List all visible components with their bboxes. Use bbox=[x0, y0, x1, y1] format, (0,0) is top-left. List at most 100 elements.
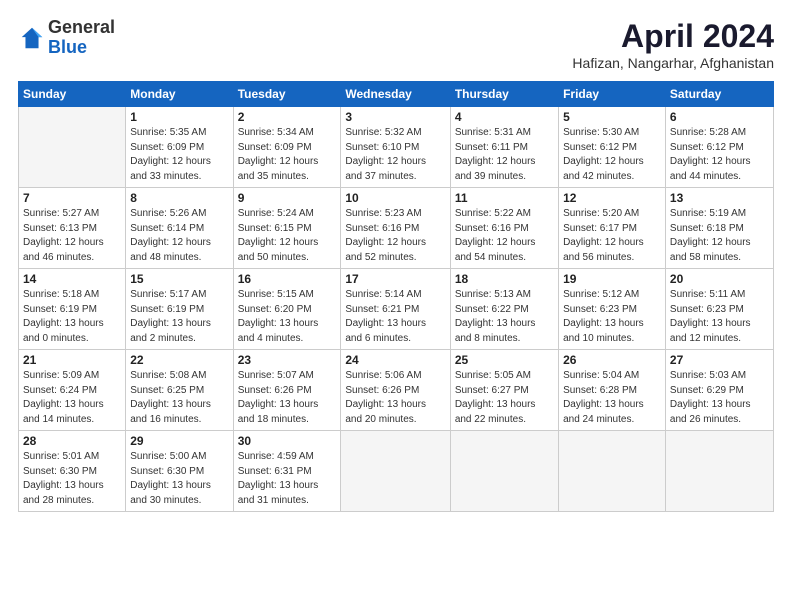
calendar-cell: 21Sunrise: 5:09 AM Sunset: 6:24 PM Dayli… bbox=[19, 350, 126, 431]
logo-general-text: General bbox=[48, 17, 115, 37]
day-number: 7 bbox=[23, 191, 121, 205]
day-number: 12 bbox=[563, 191, 661, 205]
day-info: Sunrise: 5:05 AM Sunset: 6:27 PM Dayligh… bbox=[455, 369, 554, 427]
day-number: 3 bbox=[345, 110, 445, 124]
calendar-cell: 17 Sunrise: 5:14 AM Sunset: 6:21 PM Dayli… bbox=[341, 269, 450, 350]
calendar-cell: 1Sunrise: 5:35 AM Sunset: 6:09 PM Daylig… bbox=[126, 107, 233, 188]
day-info: Sunrise: 5:30 AM Sunset: 6:12 PM Dayligh… bbox=[563, 126, 661, 184]
day-number: 24 bbox=[345, 353, 445, 367]
day-info: Sunrise: 5:22 AM Sunset: 6:16 PM Dayligh… bbox=[455, 207, 554, 265]
weekday-header-monday: Monday bbox=[126, 82, 233, 107]
day-info: Sunrise: 4:59 AM Sunset: 6:31 PM Dayligh… bbox=[238, 450, 337, 508]
day-number: 9 bbox=[238, 191, 337, 205]
day-info: Sunrise: 5:12 AM Sunset: 6:23 PM Dayligh… bbox=[563, 288, 661, 346]
month-title: April 2024 bbox=[572, 18, 774, 55]
day-info: Sunrise: 5:17 AM Sunset: 6:19 PM Dayligh… bbox=[130, 288, 228, 346]
calendar-cell: 7 Sunrise: 5:27 AM Sunset: 6:13 PM Daylig… bbox=[19, 188, 126, 269]
day-info: Sunrise: 5:26 AM Sunset: 6:14 PM Dayligh… bbox=[130, 207, 228, 265]
calendar-cell: 28 Sunrise: 5:01 AM Sunset: 6:30 PM Dayli… bbox=[19, 431, 126, 512]
day-info: Sunrise: 5:01 AM Sunset: 6:30 PM Dayligh… bbox=[23, 450, 121, 508]
day-info: Sunrise: 5:23 AM Sunset: 6:16 PM Dayligh… bbox=[345, 207, 445, 265]
calendar-cell: 10 Sunrise: 5:23 AM Sunset: 6:16 PM Dayli… bbox=[341, 188, 450, 269]
calendar-cell: 8 Sunrise: 5:26 AM Sunset: 6:14 PM Daylig… bbox=[126, 188, 233, 269]
day-number: 16 bbox=[238, 272, 337, 286]
calendar-cell: 15 Sunrise: 5:17 AM Sunset: 6:19 PM Dayli… bbox=[126, 269, 233, 350]
calendar-week-row-3: 14 Sunrise: 5:18 AM Sunset: 6:19 PM Dayli… bbox=[19, 269, 774, 350]
day-number: 19 bbox=[563, 272, 661, 286]
day-info: Sunrise: 5:14 AM Sunset: 6:21 PM Dayligh… bbox=[345, 288, 445, 346]
day-number: 6 bbox=[670, 110, 769, 124]
day-info: Sunrise: 5:18 AM Sunset: 6:19 PM Dayligh… bbox=[23, 288, 121, 346]
day-number: 21 bbox=[23, 353, 121, 367]
day-info: Sunrise: 5:15 AM Sunset: 6:20 PM Dayligh… bbox=[238, 288, 337, 346]
title-block: April 2024 Hafizan, Nangarhar, Afghanist… bbox=[572, 18, 774, 71]
day-number: 17 bbox=[345, 272, 445, 286]
calendar-cell: 23 Sunrise: 5:07 AM Sunset: 6:26 PM Dayli… bbox=[233, 350, 341, 431]
calendar-cell bbox=[665, 431, 773, 512]
day-info: Sunrise: 5:28 AM Sunset: 6:12 PM Dayligh… bbox=[670, 126, 769, 184]
calendar-cell: 9 Sunrise: 5:24 AM Sunset: 6:15 PM Daylig… bbox=[233, 188, 341, 269]
day-info: Sunrise: 5:19 AM Sunset: 6:18 PM Dayligh… bbox=[670, 207, 769, 265]
day-info: Sunrise: 5:03 AM Sunset: 6:29 PM Dayligh… bbox=[670, 369, 769, 427]
calendar-cell: 29 Sunrise: 5:00 AM Sunset: 6:30 PM Dayli… bbox=[126, 431, 233, 512]
weekday-header-friday: Friday bbox=[559, 82, 666, 107]
calendar-week-row-5: 28 Sunrise: 5:01 AM Sunset: 6:30 PM Dayli… bbox=[19, 431, 774, 512]
day-number: 5 bbox=[563, 110, 661, 124]
calendar-cell: 25Sunrise: 5:05 AM Sunset: 6:27 PM Dayli… bbox=[450, 350, 558, 431]
calendar-cell: 3 Sunrise: 5:32 AM Sunset: 6:10 PM Daylig… bbox=[341, 107, 450, 188]
calendar-week-row-4: 21Sunrise: 5:09 AM Sunset: 6:24 PM Dayli… bbox=[19, 350, 774, 431]
page-header: General Blue April 2024 Hafizan, Nangarh… bbox=[18, 18, 774, 71]
day-number: 27 bbox=[670, 353, 769, 367]
day-info: Sunrise: 5:32 AM Sunset: 6:10 PM Dayligh… bbox=[345, 126, 445, 184]
calendar-cell: 2Sunrise: 5:34 AM Sunset: 6:09 PM Daylig… bbox=[233, 107, 341, 188]
day-info: Sunrise: 5:24 AM Sunset: 6:15 PM Dayligh… bbox=[238, 207, 337, 265]
calendar-cell bbox=[341, 431, 450, 512]
day-info: Sunrise: 5:34 AM Sunset: 6:09 PM Dayligh… bbox=[238, 126, 337, 184]
day-info: Sunrise: 5:35 AM Sunset: 6:09 PM Dayligh… bbox=[130, 126, 228, 184]
day-number: 8 bbox=[130, 191, 228, 205]
day-info: Sunrise: 5:11 AM Sunset: 6:23 PM Dayligh… bbox=[670, 288, 769, 346]
weekday-header-wednesday: Wednesday bbox=[341, 82, 450, 107]
calendar-cell: 19 Sunrise: 5:12 AM Sunset: 6:23 PM Dayli… bbox=[559, 269, 666, 350]
day-number: 29 bbox=[130, 434, 228, 448]
day-number: 10 bbox=[345, 191, 445, 205]
day-number: 15 bbox=[130, 272, 228, 286]
weekday-header-tuesday: Tuesday bbox=[233, 82, 341, 107]
day-number: 14 bbox=[23, 272, 121, 286]
day-info: Sunrise: 5:06 AM Sunset: 6:26 PM Dayligh… bbox=[345, 369, 445, 427]
day-number: 22 bbox=[130, 353, 228, 367]
weekday-header-thursday: Thursday bbox=[450, 82, 558, 107]
logo-blue-text: Blue bbox=[48, 37, 87, 57]
calendar-week-row-2: 7 Sunrise: 5:27 AM Sunset: 6:13 PM Daylig… bbox=[19, 188, 774, 269]
calendar-cell bbox=[19, 107, 126, 188]
day-info: Sunrise: 5:00 AM Sunset: 6:30 PM Dayligh… bbox=[130, 450, 228, 508]
day-number: 26 bbox=[563, 353, 661, 367]
calendar-cell bbox=[450, 431, 558, 512]
weekday-header-saturday: Saturday bbox=[665, 82, 773, 107]
calendar-cell: 16 Sunrise: 5:15 AM Sunset: 6:20 PM Dayli… bbox=[233, 269, 341, 350]
calendar-cell: 13 Sunrise: 5:19 AM Sunset: 6:18 PM Dayli… bbox=[665, 188, 773, 269]
calendar-cell: 22 Sunrise: 5:08 AM Sunset: 6:25 PM Dayli… bbox=[126, 350, 233, 431]
calendar-table: SundayMondayTuesdayWednesdayThursdayFrid… bbox=[18, 81, 774, 512]
day-info: Sunrise: 5:31 AM Sunset: 6:11 PM Dayligh… bbox=[455, 126, 554, 184]
calendar-cell: 11Sunrise: 5:22 AM Sunset: 6:16 PM Dayli… bbox=[450, 188, 558, 269]
day-number: 23 bbox=[238, 353, 337, 367]
day-number: 13 bbox=[670, 191, 769, 205]
day-info: Sunrise: 5:08 AM Sunset: 6:25 PM Dayligh… bbox=[130, 369, 228, 427]
day-info: Sunrise: 5:13 AM Sunset: 6:22 PM Dayligh… bbox=[455, 288, 554, 346]
calendar-cell: 27 Sunrise: 5:03 AM Sunset: 6:29 PM Dayli… bbox=[665, 350, 773, 431]
calendar-cell: 30Sunrise: 4:59 AM Sunset: 6:31 PM Dayli… bbox=[233, 431, 341, 512]
calendar-cell: 4 Sunrise: 5:31 AM Sunset: 6:11 PM Daylig… bbox=[450, 107, 558, 188]
calendar-cell: 20 Sunrise: 5:11 AM Sunset: 6:23 PM Dayli… bbox=[665, 269, 773, 350]
calendar-cell: 14 Sunrise: 5:18 AM Sunset: 6:19 PM Dayli… bbox=[19, 269, 126, 350]
calendar-week-row-1: 1Sunrise: 5:35 AM Sunset: 6:09 PM Daylig… bbox=[19, 107, 774, 188]
day-info: Sunrise: 5:27 AM Sunset: 6:13 PM Dayligh… bbox=[23, 207, 121, 265]
calendar-cell: 5 Sunrise: 5:30 AM Sunset: 6:12 PM Daylig… bbox=[559, 107, 666, 188]
day-info: Sunrise: 5:07 AM Sunset: 6:26 PM Dayligh… bbox=[238, 369, 337, 427]
calendar-cell: 6 Sunrise: 5:28 AM Sunset: 6:12 PM Daylig… bbox=[665, 107, 773, 188]
day-number: 28 bbox=[23, 434, 121, 448]
day-number: 18 bbox=[455, 272, 554, 286]
day-number: 4 bbox=[455, 110, 554, 124]
calendar-header-row: SundayMondayTuesdayWednesdayThursdayFrid… bbox=[19, 82, 774, 107]
day-number: 20 bbox=[670, 272, 769, 286]
